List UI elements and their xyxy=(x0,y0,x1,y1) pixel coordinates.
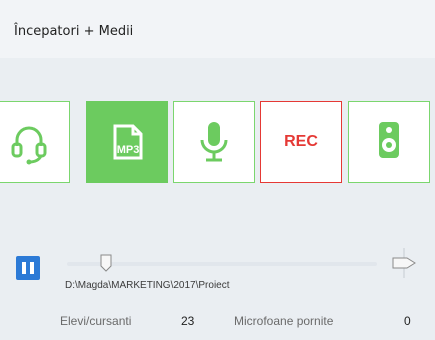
file-path: D:\Magda\MARKETING\2017\Proiect xyxy=(65,280,230,291)
speaker-icon xyxy=(379,122,399,158)
headset-tile[interactable] xyxy=(0,101,70,183)
students-label: Elevi/cursanti xyxy=(60,314,132,328)
pause-icon xyxy=(22,262,26,274)
group-header: Începatori + Medii xyxy=(0,0,435,58)
record-label: REC xyxy=(284,133,318,150)
status-bar: Elevi/cursanti 23 Microfoane pornite 0 xyxy=(0,314,435,336)
mics-label: Microfoane pornite xyxy=(234,314,334,328)
volume-knob[interactable] xyxy=(391,248,417,278)
mp3-tile[interactable]: MP3 xyxy=(86,101,168,183)
microphone-icon xyxy=(200,122,228,162)
record-tile[interactable]: REC xyxy=(260,101,342,183)
mics-count: 0 xyxy=(404,314,411,328)
students-count: 23 xyxy=(181,314,195,328)
svg-text:MP3: MP3 xyxy=(117,144,140,156)
pause-icon-bar xyxy=(30,262,34,274)
slider-thumb[interactable] xyxy=(100,254,112,272)
mp3-file-icon: MP3 xyxy=(113,124,143,160)
speaker-tile[interactable] xyxy=(348,101,430,183)
app-window: Începatori + Medii MP3 REC D:\Magda\MARK… xyxy=(0,0,435,340)
pause-button[interactable] xyxy=(16,256,40,280)
group-title: Începatori + Medii xyxy=(14,24,134,39)
playback-slider[interactable] xyxy=(67,262,377,266)
control-tiles: MP3 REC xyxy=(0,101,435,185)
headset-icon xyxy=(11,126,47,165)
microphone-tile[interactable] xyxy=(173,101,255,183)
